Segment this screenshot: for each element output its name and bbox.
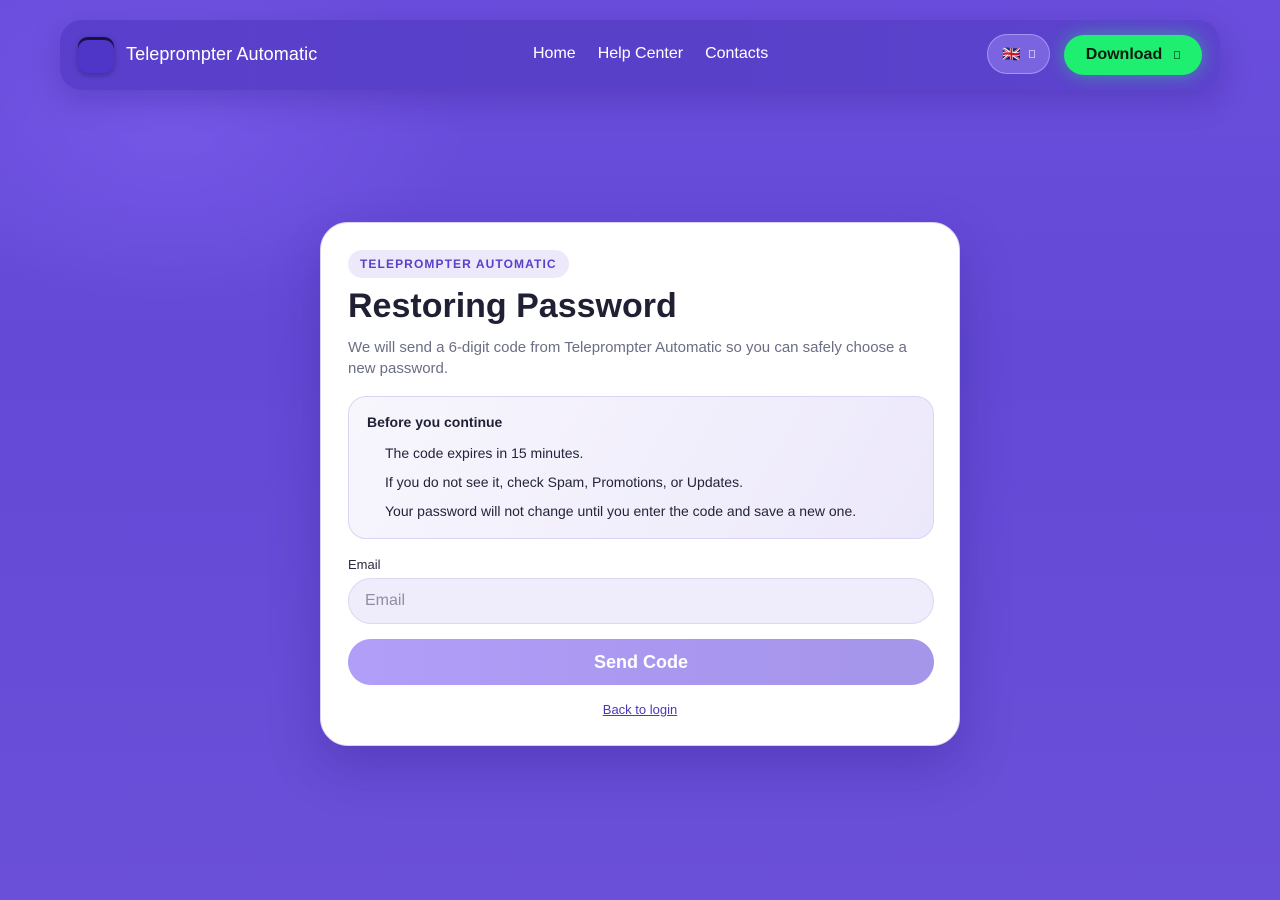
info-box: Before you continue The code expires in … [348, 396, 934, 539]
download-icon [1174, 51, 1181, 59]
brand-name[interactable]: Teleprompter Automatic [126, 44, 317, 65]
info-item: The code expires in 15 minutes. [385, 445, 584, 461]
nav-link-home[interactable]: Home [533, 45, 576, 63]
back-link-container: Back to login [321, 702, 959, 717]
send-code-button[interactable]: Send Code [348, 639, 934, 685]
chevron-down-icon [1028, 50, 1035, 58]
language-selector[interactable]: 🇬🇧 [987, 34, 1050, 74]
restore-password-card: TELEPROMPTER AUTOMATIC Restoring Passwor… [320, 222, 960, 746]
info-item: If you do not see it, check Spam, Promot… [385, 474, 743, 490]
brand-badge: TELEPROMPTER AUTOMATIC [348, 250, 569, 278]
page-title: Restoring Password [348, 287, 677, 325]
email-label: Email [348, 557, 381, 572]
app-logo-icon[interactable] [78, 37, 114, 73]
nav-link-contacts[interactable]: Contacts [705, 45, 768, 63]
info-list: The code expires in 15 minutes. If you d… [385, 445, 856, 532]
main-nav: Home Help Center Contacts [533, 45, 768, 63]
download-button-label: Download [1085, 46, 1163, 63]
page-subtitle: We will send a 6-digit code from Telepro… [348, 339, 907, 377]
email-field[interactable] [348, 578, 934, 624]
back-to-login-link[interactable]: Back to login [603, 702, 677, 717]
download-button[interactable]: Download [1064, 35, 1202, 75]
nav-link-help-center[interactable]: Help Center [598, 45, 683, 63]
site-header: Teleprompter Automatic Home Help Center … [60, 20, 1220, 90]
info-item: Your password will not change until you … [385, 503, 857, 519]
uk-flag-icon: 🇬🇧 [1002, 45, 1021, 63]
info-title: Before you continue [367, 414, 503, 430]
